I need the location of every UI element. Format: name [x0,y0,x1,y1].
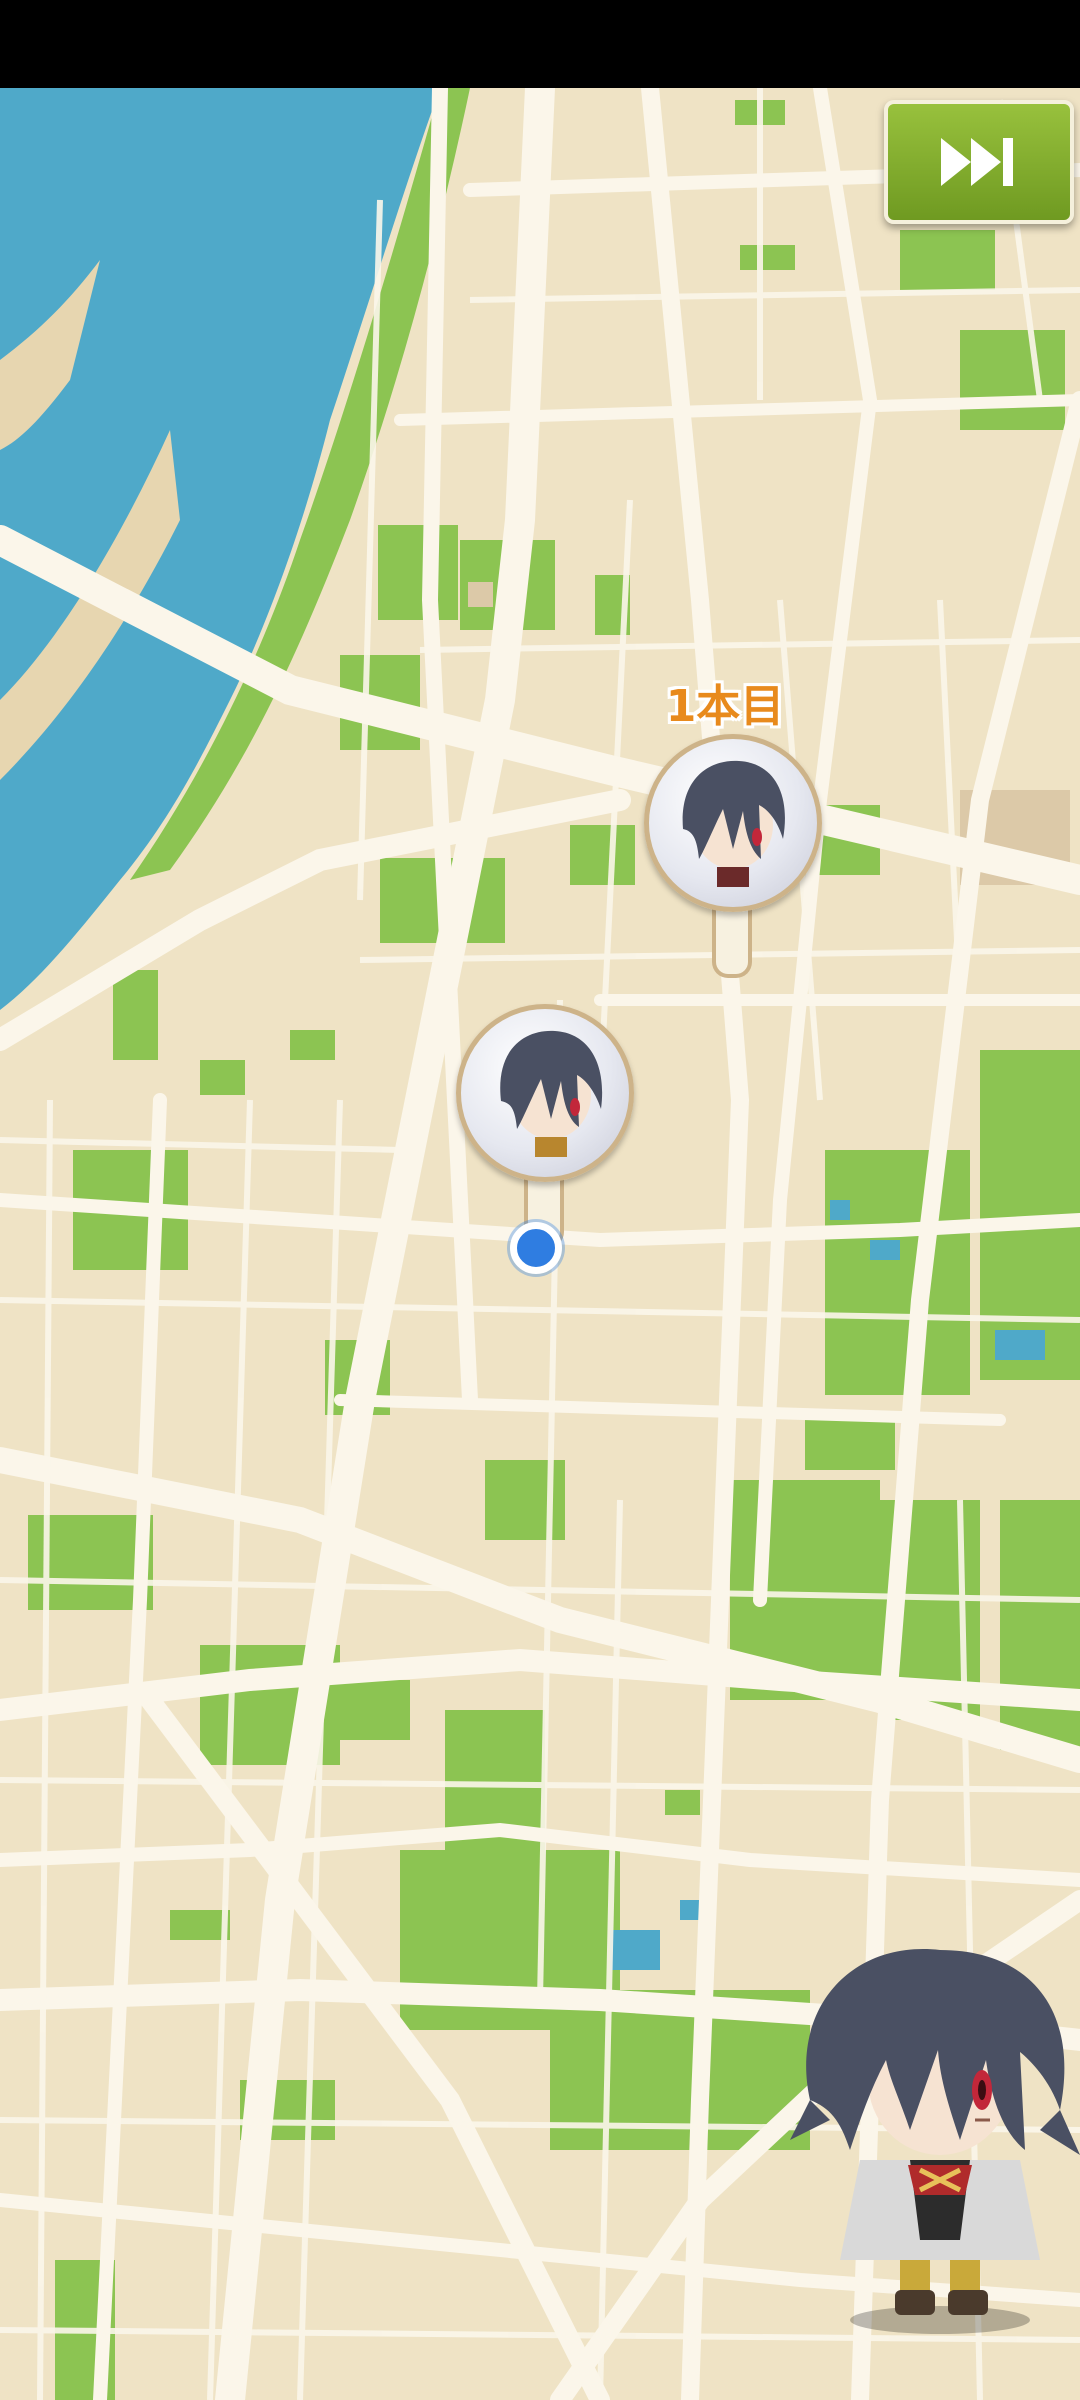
character-avatar-icon [644,734,822,912]
map-pin-first[interactable] [644,734,822,984]
pin-label: 1本目 [665,681,785,732]
location-dot-icon [510,1222,562,1274]
character-avatar-icon [456,1004,634,1182]
fast-forward-icon [941,138,1013,186]
map-pin-current[interactable] [456,1004,634,1274]
chibi-swordsman-icon[interactable] [790,1940,1080,2340]
status-bar [0,0,1080,88]
skip-button[interactable] [884,100,1074,224]
